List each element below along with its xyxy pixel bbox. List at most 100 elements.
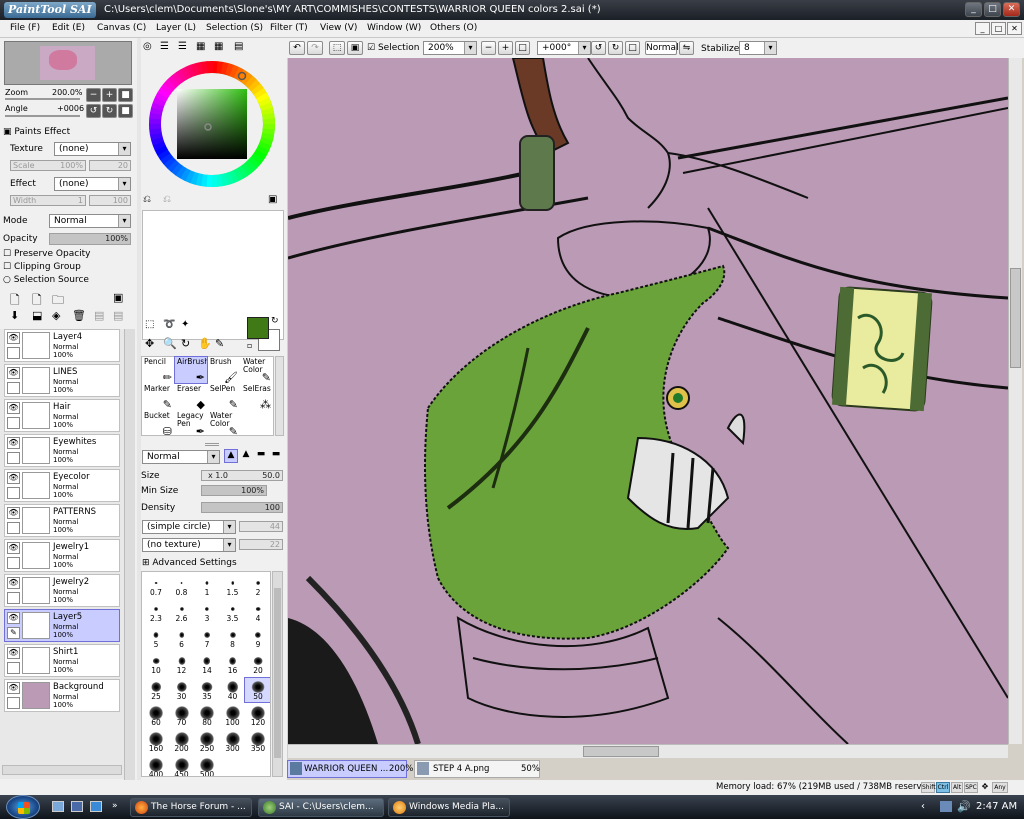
layer-row[interactable]: 👁 LINES Normal 100% [4,364,120,397]
brush-size-preset[interactable]: 120 [245,704,270,728]
brush-size-preset[interactable]: 1.5 [220,574,246,598]
eye-icon[interactable]: 👁 [7,332,20,344]
layer-lock-checkbox[interactable] [7,592,20,604]
tool-legacy-pen[interactable]: Legacy Pen ✒ [175,411,207,438]
layer-row[interactable]: 👁 Shirt1 Normal 100% [4,644,120,677]
hard-edge-icon[interactable]: ▲ [224,449,238,463]
doc-minimize-button[interactable]: _ [975,22,990,35]
brush-size-preset[interactable]: 60 [143,704,169,728]
zoom-reset-button[interactable]: ■ [118,88,133,102]
canvas-zoom-out-button[interactable]: − [481,41,496,55]
brush-size-preset[interactable]: 3.5 [220,600,246,624]
menu-window[interactable]: Window (W) [367,23,421,33]
menu-others[interactable]: Others (O) [430,23,477,33]
close-button[interactable]: ✕ [1003,2,1020,17]
eye-icon[interactable]: 👁 [7,507,20,519]
doc-close-button[interactable]: ✕ [1007,22,1022,35]
width-number[interactable]: 100 [89,195,131,206]
rgb-slider-icon[interactable]: ☰ [160,41,169,52]
volume-icon[interactable]: 🔊 [957,800,971,813]
layer-opacity-slider[interactable]: 100% [49,233,131,245]
layer-row[interactable]: 👁 Hair Normal 100% [4,399,120,432]
tool-seleras[interactable]: SelEras ⁂ [241,384,273,411]
brush-size-preset[interactable]: 0.8 [169,574,195,598]
transfer-down-icon[interactable]: ⬇ [10,309,19,322]
rotate-left-button[interactable]: ↺ [86,104,101,118]
color-wheel[interactable] [147,59,277,189]
scratchpad-icon[interactable]: ▤ [234,41,243,52]
zoom-icon[interactable]: 🔍 [163,337,177,350]
delete-mask-icon[interactable]: ▤ [113,309,123,322]
tool-bucket[interactable]: Bucket ⛁ [142,411,174,438]
menu-edit[interactable]: Edit (E) [52,23,85,33]
layer-row[interactable]: 👁 Jewelry1 Normal 100% [4,539,120,572]
brush-size-scrollbar[interactable] [272,571,283,777]
size-slider[interactable]: x 1.0 50.0 [201,470,283,481]
layer-mask-icon[interactable]: ▣ [113,291,123,304]
scale-slider[interactable]: Scale 100% [10,160,86,171]
brush-size-preset[interactable]: 3 [194,600,220,624]
layer-row[interactable]: 👁 Background Normal 100% [4,679,120,712]
width-slider[interactable]: Width 1 [10,195,86,206]
eye-icon[interactable]: 👁 [7,367,20,379]
canvas-zoom-dropdown[interactable]: 200% [423,41,477,55]
panel-grip[interactable] [205,443,219,446]
rotate-reset-button[interactable]: ■ [118,104,133,118]
eye-icon[interactable]: 👁 [7,472,20,484]
marquee-icon[interactable]: ⬚ [145,319,154,330]
show-desktop-icon[interactable] [52,801,64,812]
hsv-slider-icon[interactable]: ☰ [178,41,187,52]
min-size-slider[interactable]: 100% [201,485,267,496]
layer-lock-checkbox[interactable] [7,662,20,674]
tool-airbrush[interactable]: AirBrush ✒ [174,356,208,384]
eye-icon[interactable]: 👁 [7,577,20,589]
merge-down-icon[interactable]: ⬓ [32,309,42,322]
apply-mask-icon[interactable]: ▤ [94,309,104,322]
brush-size-preset[interactable]: 50 [244,677,270,703]
eyedropper-icon[interactable]: ✎ [215,337,224,350]
quicklaunch-icon[interactable] [90,801,102,812]
tray-expand-icon[interactable]: ‹ [921,801,925,812]
pen-icon[interactable]: ✎ [7,627,20,639]
brush-size-preset[interactable]: 2.3 [143,600,169,624]
brush-size-preset[interactable]: 250 [194,730,220,754]
brush-size-preset[interactable]: 8 [220,626,246,650]
layer-list-scrollbar[interactable] [124,329,135,809]
eye-icon[interactable]: 👁 [7,647,20,659]
color-swatches-icon[interactable]: ▦ [196,41,205,52]
brush-size-preset[interactable]: 0.7 [143,574,169,598]
tool-grid-scrollbar[interactable] [275,356,284,436]
swap-colors-icon[interactable]: ↻ [271,316,279,326]
brush-size-preset[interactable]: 2.6 [169,600,195,624]
canvas[interactable] [288,58,1008,744]
layer-lock-checkbox[interactable] [7,452,20,464]
selection-checkbox[interactable]: ☑ Selection [367,43,419,53]
transparent-color-icon[interactable]: ▫ [247,341,252,350]
clear-layer-icon[interactable]: ◈ [52,309,60,322]
canvas-rotate-reset-button[interactable]: □ [625,41,640,55]
tool-eraser[interactable]: Eraser ◆ [175,384,207,411]
brush-shape-dropdown[interactable]: (simple circle) [142,520,236,534]
canvas-angle-dropdown[interactable]: +000° [537,41,591,55]
canvas-vscrollbar[interactable] [1008,58,1022,744]
texture-dropdown[interactable]: (none) [54,142,131,156]
taskbar-sai[interactable]: SAI - C:\Users\clem... [258,798,384,817]
brush-blend-dropdown[interactable]: Normal [142,450,220,464]
magic-wand-icon[interactable]: ✦ [181,319,189,330]
menu-canvas[interactable]: Canvas (C) [97,23,146,33]
clipping-group-checkbox[interactable]: ☐ Clipping Group [3,262,81,272]
brush-texture-strength[interactable]: 22 [239,539,283,550]
stabilizer-dropdown[interactable]: 8 [739,41,777,55]
menu-file[interactable]: File (F) [10,23,40,33]
switch-windows-icon[interactable] [71,801,83,812]
eye-icon[interactable]: 👁 [7,612,20,624]
layer-row[interactable]: 👁 ✎ Layer5 Normal 100% [4,609,120,642]
undo-icon[interactable]: ⎌ [143,194,151,205]
brush-size-preset[interactable]: 12 [169,652,195,676]
layer-row[interactable]: 👁 PATTERNS Normal 100% [4,504,120,537]
brush-size-preset[interactable]: 100 [220,704,246,728]
tool-pencil[interactable]: Pencil ✏ [142,357,174,384]
layer-lock-checkbox[interactable] [7,557,20,569]
taskbar-firefox[interactable]: The Horse Forum - ... [130,798,252,817]
layer-lock-checkbox[interactable] [7,417,20,429]
